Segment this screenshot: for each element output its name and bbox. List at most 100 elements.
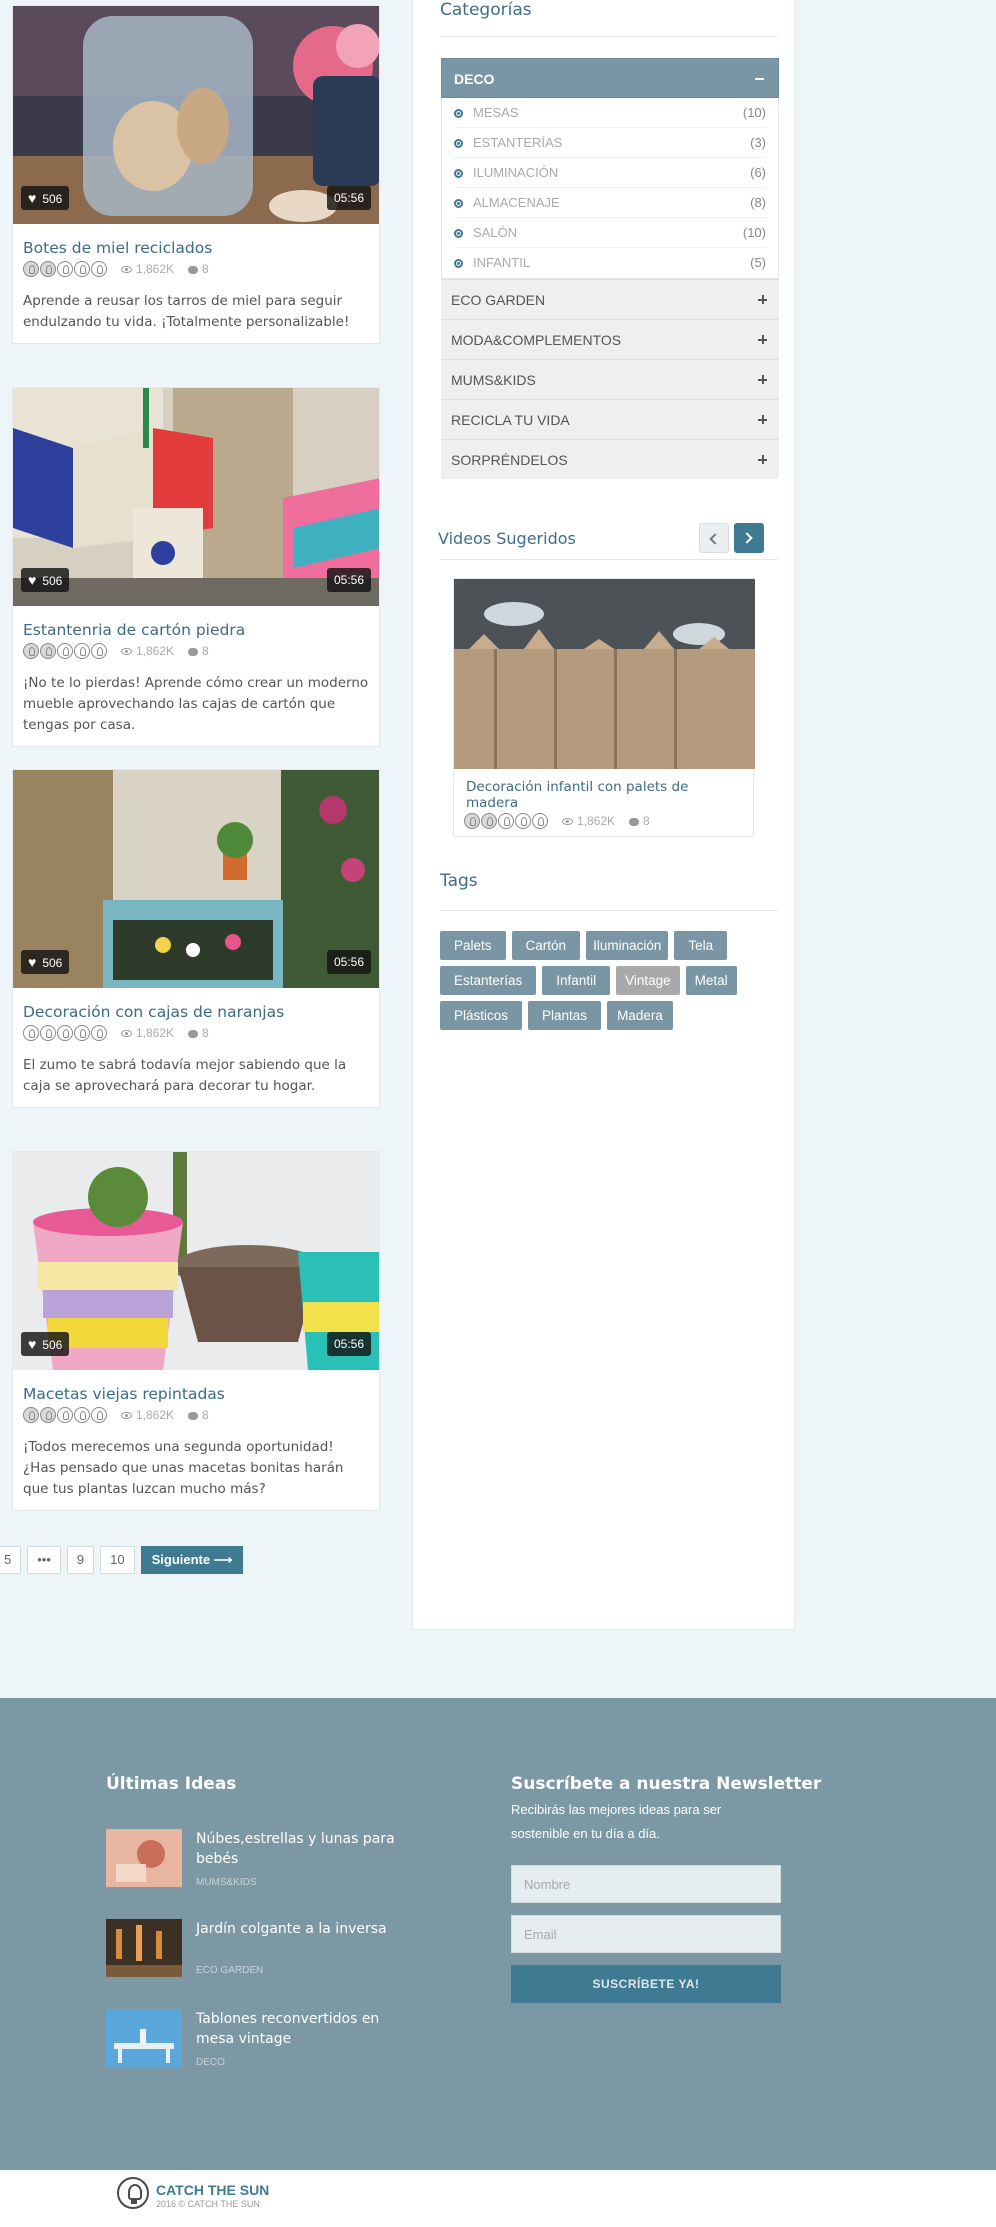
lightbulb-icon — [74, 643, 90, 659]
article-meta: 1,862K 8 — [23, 1407, 369, 1423]
tag[interactable]: Iluminación — [586, 931, 669, 960]
tag-active[interactable]: Vintage — [616, 966, 680, 995]
article-card[interactable]: ♥ 506 05:56 Estantenria de cartón piedra … — [12, 387, 380, 747]
category-deco-header[interactable]: DECO — [441, 58, 779, 98]
tag[interactable]: Cartón — [511, 931, 581, 960]
category-item[interactable]: ECO GARDEN — [441, 279, 779, 319]
expand-icon[interactable] — [758, 455, 767, 464]
tag[interactable]: Plantas — [528, 1001, 602, 1030]
newsletter-description: Recibirás las mejores ideas para ser sos… — [511, 1802, 722, 1841]
email-field[interactable] — [511, 1915, 781, 1953]
sidebar: Categorías DECO MESAS (10) ESTANTERÍAS (3)… — [412, 0, 795, 1630]
video-thumbnail[interactable] — [454, 579, 755, 769]
idea-category[interactable]: DECO — [196, 2057, 225, 2068]
divider — [440, 559, 778, 560]
lightbulb-logo-icon[interactable] — [117, 2177, 149, 2209]
videos-title: Videos Sugeridos — [438, 529, 576, 548]
categories-accordion: DECO MESAS (10) ESTANTERÍAS (3) ILUMINACIÓ… — [441, 58, 779, 479]
idea-title[interactable]: Núbes,estrellas y lunas para bebés — [196, 1829, 396, 1869]
article-title[interactable]: Macetas viejas repintadas — [23, 1384, 369, 1404]
expand-icon[interactable] — [758, 415, 767, 424]
video-title[interactable]: Decoración infantil con palets de madera — [454, 769, 753, 811]
article-excerpt: ¡Todos merecemos una segunda oportunidad… — [23, 1439, 344, 1497]
article-meta: 1,862K 8 — [23, 261, 369, 277]
idea-category[interactable]: ECO GARDEN — [196, 1965, 263, 1976]
article-excerpt: Aprende a reusar los tarros de miel para… — [23, 293, 350, 330]
subscribe-button[interactable]: SUSCRÍBETE YA! — [511, 1965, 781, 2003]
article-thumbnail[interactable]: ♥ 506 05:56 — [13, 1152, 379, 1370]
article-card[interactable]: ♥ 506 05:56 Botes de miel reciclados 1,86… — [12, 5, 380, 344]
lightbulb-icon — [23, 1407, 39, 1423]
tags-title: Tags — [440, 871, 478, 891]
idea-thumbnail[interactable] — [106, 2009, 182, 2067]
lightbulb-icon — [23, 1025, 39, 1041]
article-card[interactable]: ♥ 506 05:56 Macetas viejas repintadas 1,8… — [12, 1151, 380, 1511]
collapse-icon[interactable] — [755, 78, 764, 80]
views-count: 1,862K — [562, 814, 615, 828]
views-count: 1,862K — [121, 262, 174, 276]
idea-thumbnail[interactable] — [106, 1919, 182, 1977]
tag[interactable]: Estanterías — [440, 966, 537, 995]
article-title[interactable]: Decoración con cajas de naranjas — [23, 1002, 369, 1022]
chevron-left-icon[interactable] — [699, 523, 729, 553]
subcategory-item[interactable]: ILUMINACIÓN (6) — [454, 158, 766, 188]
lightbulb-icon — [498, 813, 514, 829]
idea-thumbnail[interactable] — [106, 1829, 182, 1887]
subcategory-item[interactable]: MESAS (10) — [454, 98, 766, 128]
lightbulb-icon — [57, 1025, 73, 1041]
idea-title[interactable]: Jardín colgante a la inversa — [196, 1919, 396, 1939]
page-link[interactable]: 5 — [0, 1546, 22, 1574]
idea-title[interactable]: Tablones reconvertidos en mesa vintage — [196, 2009, 396, 2049]
tag[interactable]: Palets — [440, 931, 506, 960]
comments-count: 8 — [188, 644, 209, 658]
article-title[interactable]: Botes de miel reciclados — [23, 238, 369, 258]
subcategory-item[interactable]: ESTANTERÍAS (3) — [454, 128, 766, 158]
views-count: 1,862K — [121, 644, 174, 658]
article-title[interactable]: Estantenria de cartón piedra — [23, 620, 369, 640]
lightbulb-icon — [464, 813, 480, 829]
idea-item[interactable]: Núbes,estrellas y lunas para bebés MUMS&… — [106, 1829, 406, 1888]
likes-badge[interactable]: ♥ 506 — [21, 568, 70, 592]
comment-icon — [188, 1411, 199, 1420]
tag[interactable]: Madera — [607, 1001, 673, 1030]
subcategory-item[interactable]: ALMACENAJE (8) — [454, 188, 766, 218]
article-card[interactable]: ♥ 506 05:56 Decoración con cajas de naran… — [12, 769, 380, 1108]
idea-item[interactable]: Tablones reconvertidos en mesa vintage D… — [106, 2009, 406, 2068]
likes-badge[interactable]: ♥ 506 — [21, 950, 70, 974]
name-field[interactable] — [511, 1865, 781, 1903]
brand-name[interactable]: CATCH THE SUN — [156, 2182, 269, 2198]
idea-category[interactable]: MUMS&KIDS — [196, 1877, 257, 1888]
comment-icon — [188, 1029, 199, 1038]
expand-icon[interactable] — [758, 295, 767, 304]
chevron-right-icon[interactable] — [734, 523, 764, 553]
heart-icon: ♥ — [28, 190, 37, 206]
lightbulb-icon — [532, 813, 548, 829]
subcategory-item[interactable]: SALÓN (10) — [454, 218, 766, 248]
tag[interactable]: Tela — [674, 931, 728, 960]
video-card[interactable]: Decoración infantil con palets de madera… — [453, 578, 755, 837]
page-link[interactable]: 9 — [66, 1546, 95, 1574]
tag[interactable]: Plásticos — [440, 1001, 523, 1030]
article-thumbnail[interactable]: ♥ 506 05:56 — [13, 770, 379, 988]
category-item[interactable]: SORPRÉNDELOS — [441, 439, 779, 479]
expand-icon[interactable] — [758, 335, 767, 344]
idea-item[interactable]: Jardín colgante a la inversa ECO GARDEN — [106, 1919, 406, 1977]
likes-badge[interactable]: ♥ 506 — [21, 186, 70, 210]
comments-count: 8 — [188, 262, 209, 276]
tag[interactable]: Metal — [685, 966, 737, 995]
category-item[interactable]: RECICLA TU VIDA — [441, 399, 779, 439]
likes-badge[interactable]: ♥ 506 — [21, 1332, 70, 1356]
category-item[interactable]: MODA&COMPLEMENTOS — [441, 319, 779, 359]
tag[interactable]: Infantil — [542, 966, 611, 995]
next-page-button[interactable]: Siguiente ⟶ — [140, 1546, 244, 1574]
rating — [23, 1407, 107, 1423]
duration-badge: 05:56 — [326, 1332, 371, 1356]
page-ellipsis[interactable]: ••• — [27, 1546, 61, 1574]
page-link[interactable]: 10 — [100, 1546, 135, 1574]
subcategory-item[interactable]: INFANTIL (5) — [454, 248, 766, 278]
expand-icon[interactable] — [758, 375, 767, 384]
article-thumbnail[interactable]: ♥ 506 05:56 — [13, 388, 379, 606]
comment-icon — [188, 265, 199, 274]
category-item[interactable]: MUMS&KIDS — [441, 359, 779, 399]
article-thumbnail[interactable]: ♥ 506 05:56 — [13, 6, 379, 224]
